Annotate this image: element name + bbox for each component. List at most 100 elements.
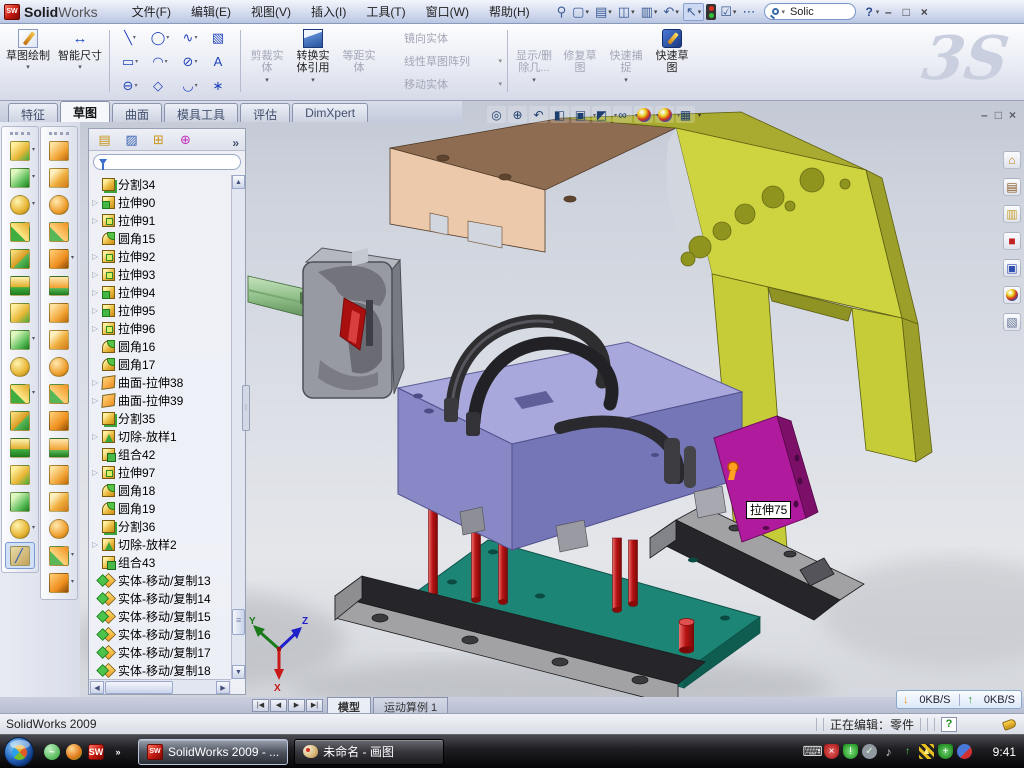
text-icon[interactable]: A▾ bbox=[205, 49, 235, 73]
spline-icon[interactable]: ∿▾ bbox=[175, 25, 205, 49]
swept-boss-icon[interactable]: ▾ bbox=[5, 191, 35, 218]
offset-surface-icon[interactable]: ▾ bbox=[44, 299, 74, 326]
sketch-button[interactable]: 草图绘制▾ bbox=[2, 26, 54, 96]
point-icon[interactable]: ∗▾ bbox=[205, 73, 235, 97]
linear-pattern-icon[interactable]: ▾ bbox=[5, 380, 35, 407]
feature-tree-item[interactable]: ▷ 拉伸96 bbox=[89, 319, 231, 337]
locating-pin[interactable] bbox=[679, 619, 694, 654]
zoom-fit-icon[interactable]: ◎▾ bbox=[487, 106, 506, 123]
menu-item[interactable]: 帮助(H) bbox=[479, 0, 540, 23]
print-icon[interactable]: ▥▾ bbox=[639, 4, 660, 20]
line-icon[interactable]: ╲▾ bbox=[115, 25, 145, 49]
shut-off-surfaces-icon[interactable]: ▾ bbox=[44, 515, 74, 542]
circle-icon[interactable]: ◯▾ bbox=[145, 25, 175, 49]
expander-icon[interactable]: ▷ bbox=[92, 306, 101, 315]
menu-pin-icon[interactable]: ⚲▾ bbox=[555, 4, 569, 20]
feature-tree-item[interactable]: ▷ 圆角18 bbox=[89, 481, 231, 499]
expander-icon[interactable]: ▷ bbox=[92, 378, 101, 387]
select-cursor-icon[interactable]: ↖▾ bbox=[683, 3, 704, 21]
feature-tree-item[interactable]: ▷ 组合42 bbox=[89, 445, 231, 463]
feature-tree-item[interactable]: ▷ 实体-移动/复制14 bbox=[89, 589, 231, 607]
draft-icon[interactable]: ▾ bbox=[5, 461, 35, 488]
feature-tree-item[interactable]: ▷ 拉伸90 bbox=[89, 193, 231, 211]
hide-show-items-icon[interactable]: ∞▾ bbox=[613, 106, 632, 123]
menu-item[interactable]: 工具(T) bbox=[356, 0, 415, 23]
expander-icon[interactable]: ▷ bbox=[92, 288, 101, 297]
slide-clamp-part[interactable] bbox=[303, 248, 404, 398]
quick-solidworks-icon[interactable]: SW bbox=[88, 744, 104, 760]
new-document-icon[interactable]: ▢▾ bbox=[570, 4, 591, 20]
tab-nav-button[interactable]: |◀ bbox=[252, 699, 269, 712]
split-line-icon[interactable]: ▾ bbox=[44, 434, 74, 461]
shell-icon[interactable]: ▾ bbox=[5, 488, 35, 515]
mirror-feature-icon[interactable]: ▾ bbox=[5, 407, 35, 434]
sketch-fillet-icon[interactable]: ◡▾ bbox=[175, 73, 205, 97]
polygon-icon[interactable]: ◇▾ bbox=[145, 73, 175, 97]
restore-button[interactable]: □ bbox=[897, 5, 915, 19]
minimize-button[interactable]: – bbox=[879, 5, 897, 19]
trim-entities-button[interactable]: 剪裁实 体▾ bbox=[244, 26, 290, 96]
close-button[interactable]: × bbox=[915, 5, 933, 19]
tree-horizontal-scrollbar[interactable]: ◀ ▶ bbox=[89, 679, 231, 694]
apply-scene-icon[interactable]: ▾ bbox=[655, 106, 674, 123]
filled-surface-icon[interactable]: ▾ bbox=[44, 353, 74, 380]
feature-tree-item[interactable]: ▷ 实体-移动/复制15 bbox=[89, 607, 231, 625]
scroll-thumb[interactable] bbox=[232, 609, 245, 635]
filter-input[interactable] bbox=[93, 154, 241, 170]
feature-tree-item[interactable]: ▷ 圆角16 bbox=[89, 337, 231, 355]
taskbar-clock[interactable]: 9:41 bbox=[984, 745, 1016, 759]
linear-sketch-pattern-button[interactable]: 线性草图阵列▾ bbox=[384, 50, 502, 73]
feature-tree-item[interactable]: ▷ 组合43 bbox=[89, 553, 231, 571]
doc-minimize-button[interactable]: – bbox=[981, 109, 988, 121]
feature-tree-item[interactable]: ▷ 切除-放样1 bbox=[89, 427, 231, 445]
expander-icon[interactable]: ▷ bbox=[92, 432, 101, 441]
deform-icon[interactable]: ▾ bbox=[44, 164, 74, 191]
file-explorer-icon[interactable]: ▥ bbox=[1003, 205, 1021, 223]
previous-view-icon[interactable]: ↶▾ bbox=[529, 106, 548, 123]
extruded-cut-icon[interactable]: ▾ bbox=[5, 245, 35, 272]
feature-tree-item[interactable]: ▷ 圆角19 bbox=[89, 499, 231, 517]
feature-tree-item[interactable]: ▷ 切除-放样2 bbox=[89, 535, 231, 553]
expander-icon[interactable]: ▷ bbox=[92, 540, 101, 549]
rectangle-icon[interactable]: ▭▾ bbox=[115, 49, 145, 73]
addins-icon[interactable]: ▣ bbox=[1003, 259, 1021, 277]
sync-ball-icon[interactable] bbox=[957, 744, 972, 759]
ellipse-icon[interactable]: ⊘▾ bbox=[175, 49, 205, 73]
flex-icon[interactable]: ▾ bbox=[44, 137, 74, 164]
thicken-icon[interactable]: ▾ bbox=[44, 407, 74, 434]
feature-tree-item[interactable]: ▷ 实体-移动/复制18 bbox=[89, 661, 231, 679]
revolved-boss-icon[interactable]: ▾ bbox=[5, 164, 35, 191]
select-region-icon[interactable]: ▧▾ bbox=[205, 25, 235, 49]
ruled-surface-icon[interactable]: ▾ bbox=[44, 326, 74, 353]
parting-lines-icon[interactable]: ▾ bbox=[44, 488, 74, 515]
scroll-up-button[interactable]: ▲ bbox=[232, 175, 245, 189]
feature-tree-item[interactable]: ▷ 曲面-拉伸39 bbox=[89, 391, 231, 409]
configurationmanager-tab-icon[interactable]: ⊞ bbox=[145, 130, 172, 150]
convert-entities-button[interactable]: 转换实 体引用▾ bbox=[290, 26, 336, 96]
appearances-icon[interactable] bbox=[1003, 286, 1021, 304]
tab-nav-button[interactable]: ◀ bbox=[270, 699, 287, 712]
menu-item[interactable]: 窗口(W) bbox=[416, 0, 479, 23]
tooling-split-icon[interactable]: ▾ bbox=[44, 569, 74, 596]
feature-tree-item[interactable]: ▷ 圆角17 bbox=[89, 355, 231, 373]
command-tab[interactable]: DimXpert bbox=[292, 103, 368, 122]
scroll-thumb[interactable] bbox=[105, 681, 173, 694]
search-input[interactable]: ▾ Solic bbox=[764, 3, 856, 20]
tab-nav-button[interactable]: ▶ bbox=[288, 699, 305, 712]
tab-nav-button[interactable]: ▶| bbox=[306, 699, 323, 712]
chamfer-icon[interactable]: ▾ bbox=[5, 353, 35, 380]
featuremanager-tab-icon[interactable]: ▤ bbox=[91, 130, 118, 150]
feature-tree-item[interactable]: ▷ 曲面-拉伸38 bbox=[89, 373, 231, 391]
custom-properties-icon[interactable]: ▧ bbox=[1003, 313, 1021, 331]
antivirus-shield-icon[interactable]: ! bbox=[843, 744, 858, 759]
menu-item[interactable]: 视图(V) bbox=[241, 0, 301, 23]
indent-icon[interactable]: ▾ bbox=[44, 191, 74, 218]
feature-tree-item[interactable]: ▷ 分割35 bbox=[89, 409, 231, 427]
quick-fetion-icon[interactable]: ~ bbox=[44, 744, 60, 760]
command-tab[interactable]: 特征 bbox=[8, 103, 58, 122]
expander-icon[interactable]: ▷ bbox=[92, 216, 101, 225]
instant3d-icon[interactable]: ▾ bbox=[5, 542, 35, 569]
security-alert-icon[interactable]: × bbox=[824, 744, 839, 759]
resources-home-icon[interactable]: ⌂ bbox=[1003, 151, 1021, 169]
help-button[interactable]: ? bbox=[862, 5, 875, 19]
